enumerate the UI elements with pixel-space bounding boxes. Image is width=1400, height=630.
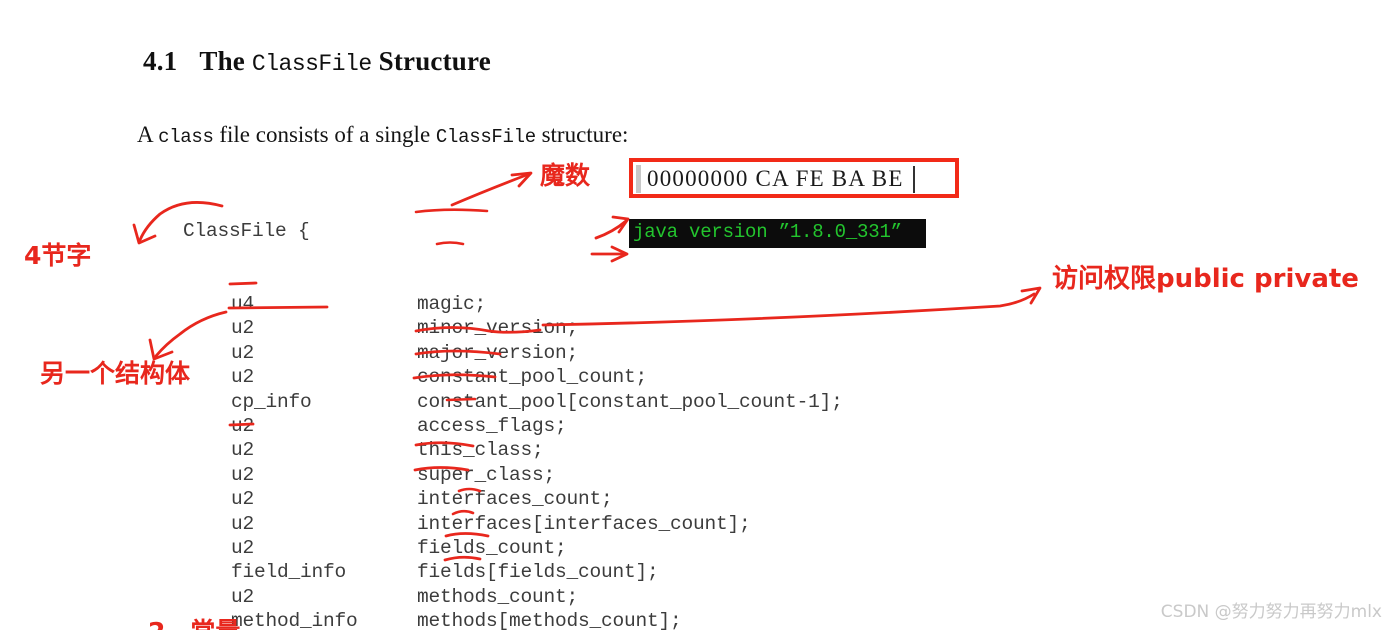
- heading-text-2: Structure: [371, 46, 491, 76]
- intro-mono-classfile: ClassFile: [435, 126, 536, 148]
- code-field-name: constant_pool_count;: [417, 366, 648, 389]
- annotation-access-flags: 访问权限public private: [1052, 264, 1359, 294]
- document-page: 4.1 The ClassFile Structure A class file …: [0, 0, 1400, 630]
- intro-text-c: structure:: [535, 122, 629, 147]
- code-line: u2 interfaces[interfaces_count];: [183, 512, 843, 536]
- code-field-type: u2: [231, 341, 255, 364]
- code-open-brace: ClassFile {: [183, 219, 310, 242]
- code-field-name: interfaces_count;: [417, 488, 613, 511]
- code-field-name: methods[methods_count];: [417, 610, 682, 630]
- code-field-type: u2: [231, 488, 255, 511]
- annotation-four-bytes: 4节字: [24, 241, 92, 270]
- text-cursor: [913, 166, 915, 193]
- code-line: u2 access_flags;: [183, 414, 843, 438]
- code-field-type: cp_info: [231, 390, 312, 413]
- code-field-name: this_class;: [417, 439, 544, 462]
- intro-paragraph: A class file consists of a single ClassF…: [137, 122, 628, 148]
- code-line: u2 this_class;: [183, 438, 843, 462]
- annotation-another-struct: 另一个结构体: [40, 359, 191, 388]
- connector-access-flags-head: [1020, 286, 1042, 305]
- code-field-type: u2: [231, 536, 255, 559]
- intro-mono-class: class: [158, 126, 214, 148]
- code-field-type: u2: [231, 439, 255, 462]
- hex-left-marker: [636, 165, 641, 193]
- code-line: u2 methods_count;: [183, 585, 843, 609]
- code-line: u2 interfaces_count;: [183, 487, 843, 511]
- code-field-name: fields_count;: [417, 536, 567, 559]
- hex-value-text: 00000000 CA FE BA BE: [647, 166, 904, 191]
- code-field-type: u2: [231, 585, 255, 608]
- code-field-name: minor_version;: [417, 317, 579, 340]
- code-rows-container: u4 magic; u2 minor_version; u2 major_version;…: [183, 292, 843, 630]
- code-field-name: fields[fields_count];: [417, 561, 659, 584]
- csdn-watermark: CSDN @努力努力再努力mlx: [1160, 602, 1382, 622]
- code-line: field_info fields[fields_count];: [183, 560, 843, 584]
- code-line: u2 major_version;: [183, 341, 843, 365]
- code-field-type: u2: [231, 317, 255, 340]
- code-field-name: super_class;: [417, 463, 556, 486]
- terminal-java-version-box: java version ”1.8.0_331”: [629, 219, 926, 248]
- page-heading: 4.1 The ClassFile Structure: [143, 46, 491, 77]
- code-line: method_info methods[methods_count];: [183, 609, 843, 630]
- arrow-fourbytes-head: [132, 223, 157, 245]
- code-field-type: u2: [231, 463, 255, 486]
- intro-text-b: file consists of a single: [213, 122, 436, 147]
- code-line: u2 constant_pool_count;: [183, 365, 843, 389]
- annotation-magic: 魔数: [540, 161, 591, 190]
- code-line: u4 magic;: [183, 292, 843, 316]
- code-field-type: u4: [231, 293, 255, 316]
- code-line: u2 fields_count;: [183, 536, 843, 560]
- code-field-name: magic;: [417, 293, 487, 316]
- code-field-name: interfaces[interfaces_count];: [417, 512, 751, 535]
- code-field-type: field_info: [231, 561, 347, 584]
- intro-text-a: A: [137, 122, 159, 147]
- code-field-name: constant_pool[constant_pool_count-1];: [417, 390, 843, 413]
- code-field-name: major_version;: [417, 341, 579, 364]
- code-line: u2 super_class;: [183, 463, 843, 487]
- code-field-type: u2: [231, 512, 255, 535]
- code-line: u2 minor_version;: [183, 316, 843, 340]
- terminal-output-text: java version ”1.8.0_331”: [633, 221, 902, 243]
- annotation-bottom-cut: 2、常量: [148, 612, 240, 630]
- code-field-name: methods_count;: [417, 585, 579, 608]
- heading-number: 4.1: [143, 46, 178, 76]
- heading-text-1: The: [199, 46, 252, 76]
- code-field-name: access_flags;: [417, 414, 567, 437]
- heading-mono-classfile: ClassFile: [251, 51, 372, 77]
- code-field-type: u2: [231, 414, 255, 437]
- hex-magic-box[interactable]: 00000000 CA FE BA BE: [629, 158, 959, 198]
- code-line: cp_info constant_pool[constant_pool_count…: [183, 390, 843, 414]
- code-field-type: u2: [231, 366, 255, 389]
